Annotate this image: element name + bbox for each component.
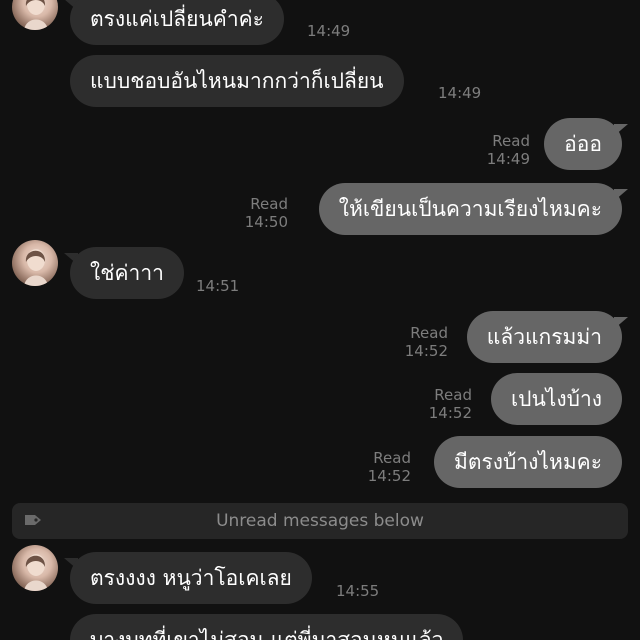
message-text: แบบชอบอันไหนมากกว่าก็เปลี่ยน [90, 68, 384, 93]
avatar-portrait-icon [24, 249, 48, 286]
message-time: 14:52 [404, 342, 448, 360]
message-time: 14:52 [428, 404, 472, 422]
message-text: อ่ออ [564, 131, 602, 156]
read-status: Read [250, 195, 288, 213]
message-meta: 14:51 [196, 277, 239, 295]
avatar-portrait-icon [24, 0, 48, 30]
message-bubble-outgoing[interactable]: แล้วแกรมม่า [466, 311, 622, 363]
message-meta: 14:49 [307, 22, 350, 40]
bubble-tail [614, 189, 628, 201]
message-bubble-incoming[interactable]: ตรงแค่เปลี่ยนคำค่ะ [70, 0, 284, 45]
message-text: ให้เขียนเป็นความเรียงไหมคะ [338, 196, 602, 221]
unread-messages-divider: Unread messages below [12, 503, 628, 539]
avatar-portrait-icon [24, 554, 48, 591]
message-meta: Read 14:52 [368, 449, 411, 485]
tag-icon [25, 515, 41, 525]
contact-avatar[interactable] [12, 0, 58, 30]
message-time: 14:49 [307, 22, 351, 40]
message-bubble-incoming[interactable]: ตรงงงง หนูว่าโอเคเลย [70, 552, 312, 604]
message-text: แล้วแกรมม่า [486, 324, 602, 349]
message-text: มีตรงบ้างไหมคะ [454, 449, 602, 474]
contact-avatar[interactable] [12, 240, 58, 286]
message-bubble-outgoing[interactable]: ให้เขียนเป็นความเรียงไหมคะ [318, 183, 622, 235]
read-status: Read [492, 132, 530, 150]
message-text: ใช่ค่าาา [90, 260, 164, 285]
message-text: บางบทที่เขาไม่สอน แต่พี่มาสอนหนูแล้ว [90, 627, 444, 640]
unread-divider-label: Unread messages below [216, 511, 424, 531]
message-time: 14:49 [438, 84, 482, 102]
message-meta: Read 14:52 [429, 386, 472, 422]
message-time: 14:49 [486, 150, 530, 168]
message-text: ตรงแค่เปลี่ยนคำค่ะ [90, 6, 264, 31]
message-text: ตรงงงง หนูว่าโอเคเลย [90, 565, 292, 590]
read-status: Read [373, 449, 411, 467]
message-bubble-incoming[interactable]: แบบชอบอันไหนมากกว่าก็เปลี่ยน [70, 55, 404, 107]
message-meta: 14:55 [336, 582, 379, 600]
message-meta: Read 14:52 [405, 324, 448, 360]
message-text: เปนไงบ้าง [510, 386, 602, 411]
message-meta: Read 14:49 [487, 132, 530, 168]
message-bubble-incoming[interactable]: ใช่ค่าาา [70, 247, 184, 299]
message-time: 14:55 [336, 582, 380, 600]
read-status: Read [410, 324, 448, 342]
message-time: 14:50 [244, 213, 288, 231]
chat-view[interactable]: ตรงแค่เปลี่ยนคำค่ะ 14:49 แบบชอบอันไหนมาก… [0, 0, 640, 640]
message-bubble-incoming[interactable]: บางบทที่เขาไม่สอน แต่พี่มาสอนหนูแล้ว [70, 614, 464, 640]
read-status: Read [434, 386, 472, 404]
message-time: 14:52 [367, 467, 411, 485]
message-bubble-outgoing[interactable]: อ่ออ [544, 118, 622, 170]
bubble-tail [614, 317, 628, 329]
message-time: 14:51 [196, 277, 240, 295]
message-meta: 14:49 [438, 84, 481, 102]
message-meta: Read 14:50 [245, 195, 288, 231]
message-bubble-outgoing[interactable]: มีตรงบ้างไหมคะ [434, 436, 622, 488]
message-bubble-outgoing[interactable]: เปนไงบ้าง [490, 373, 622, 425]
contact-avatar[interactable] [12, 545, 58, 591]
bubble-tail [614, 124, 628, 136]
